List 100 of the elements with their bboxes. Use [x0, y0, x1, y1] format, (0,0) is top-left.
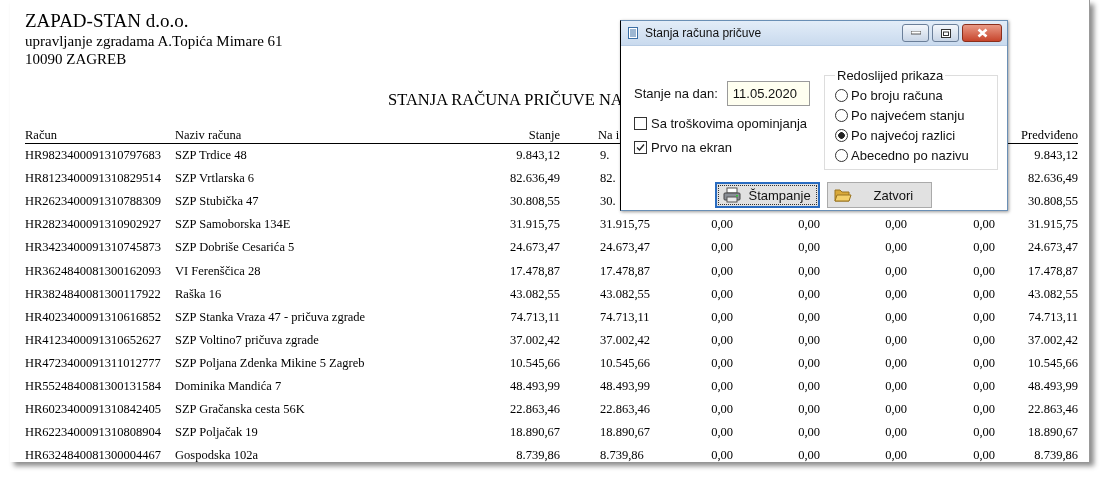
radio-option[interactable]: Po broju računa [835, 85, 943, 105]
table-cell: HR9823400091310797683 [25, 148, 162, 163]
table-cell: 0,00 [711, 217, 733, 232]
table-cell: SZP Samoborska 134E [175, 217, 291, 232]
table-cell: 22.863,46 [1028, 402, 1078, 417]
table-cell: HR4723400091311012777 [25, 355, 161, 370]
table-cell: 82.636,49 [1028, 171, 1078, 186]
table-cell: 0,00 [711, 240, 733, 255]
table-cell: 37.002,42 [600, 332, 650, 347]
table-cell: 0,00 [711, 263, 733, 278]
table-cell: 82. [600, 171, 616, 186]
table-cell: 8.739,86 [600, 448, 644, 463]
table-cell: 10.545,66 [510, 355, 560, 370]
table-cell: 0,00 [711, 402, 733, 417]
table-cell: 0,00 [885, 286, 907, 301]
checkbox[interactable]: Prvo na ekran [634, 140, 732, 155]
table-cell: 48.493,99 [510, 379, 560, 393]
table-cell: SZP Vrtlarska 6 [175, 171, 255, 186]
radio-option[interactable]: Po najvećem stanju [835, 105, 965, 125]
table-cell: 0,00 [885, 217, 907, 232]
table-cell: 37.002,42 [1028, 332, 1078, 347]
table-cell: 17.478,87 [600, 263, 650, 278]
table-cell: SZP Poljana Zdenka Mikine 5 Zagreb [175, 355, 365, 370]
table-cell: 0,00 [885, 263, 907, 278]
company-name: ZAPAD-STAN d.o.o. [25, 10, 189, 32]
table-cell: 10.545,66 [600, 355, 650, 370]
table-cell: 18.890,67 [1028, 425, 1078, 440]
address-line: upravljanje zgradama A.Topića Mimare 61 [25, 32, 283, 50]
table-cell: 30.808,55 [1028, 194, 1078, 209]
table-cell: 31.915,75 [600, 217, 650, 232]
table-cell: 31.915,75 [1028, 217, 1078, 232]
group-title: Redoslijed prikaza [836, 68, 945, 83]
close-dialog-button[interactable]: Zatvori [826, 182, 932, 208]
table-cell: 0,00 [973, 425, 995, 440]
table-cell: 0,00 [711, 379, 733, 393]
table-cell: 0,00 [711, 425, 733, 440]
window-title: Stanja računa pričuve [645, 26, 762, 40]
table-cell: 0,00 [973, 263, 995, 278]
column-header: Naziv računa [175, 128, 242, 142]
date-label: Stanje na dan: [634, 86, 718, 101]
table-cell: 0,00 [973, 355, 995, 370]
city-line: 10090 ZAGREB [25, 50, 127, 68]
table-cell: 43.082,55 [600, 286, 650, 301]
radio-option[interactable]: Abecedno po nazivu [835, 145, 969, 165]
checkmark-icon [635, 142, 646, 153]
minimize-icon [910, 31, 921, 35]
table-cell: 0,00 [798, 425, 820, 440]
table-cell: 0,00 [973, 309, 995, 324]
column-header: Stanje [528, 128, 560, 142]
table-cell: 0,00 [973, 240, 995, 255]
table-cell: 18.890,67 [510, 425, 560, 440]
table-cell: HR3824840081300117922 [25, 286, 161, 301]
table-cell: HR4023400091310616852 [25, 309, 162, 324]
table-cell: SZP Dobriše Cesarića 5 [175, 240, 295, 255]
printer-icon [722, 187, 741, 203]
table-cell: HR6223400091310808904 [25, 425, 162, 440]
maximize-button[interactable] [932, 24, 959, 42]
table-cell: 0,00 [973, 286, 995, 301]
table-cell: 0,00 [885, 425, 907, 440]
table-cell: 48.493,99 [600, 379, 650, 393]
table-cell: 0,00 [885, 309, 907, 324]
table-cell: 0,00 [885, 355, 907, 370]
folder-icon [833, 187, 852, 203]
table-cell: 0,00 [798, 402, 820, 417]
table-cell: HR8123400091310829514 [25, 171, 162, 186]
table-cell: 9.843,12 [1034, 148, 1078, 163]
table-cell: 0,00 [798, 355, 820, 370]
close-button[interactable] [962, 24, 1002, 42]
table-cell: 43.082,55 [510, 286, 560, 301]
table-cell: HR6324840081300004467 [25, 448, 162, 463]
table-cell: HR3423400091310745873 [25, 240, 162, 255]
column-header: Na i [598, 128, 620, 142]
table-cell: 0,00 [885, 240, 907, 255]
table-cell: 82.636,49 [510, 171, 560, 186]
table-cell: HR6023400091310842405 [25, 402, 162, 417]
table-cell: 0,00 [711, 448, 733, 463]
table-cell: 31.915,75 [510, 217, 560, 232]
table-cell: 0,00 [973, 217, 995, 232]
close-icon [976, 28, 988, 38]
table-cell: 0,00 [798, 332, 820, 347]
table-cell: 30.808,55 [510, 194, 560, 209]
table-cell: SZP Gračanska cesta 56K [175, 402, 305, 417]
table-cell: 37.002,42 [510, 332, 560, 347]
table-cell: 8.739,86 [516, 448, 560, 463]
table-cell: Dominika Mandića 7 [175, 379, 282, 393]
table-cell: 0,00 [798, 379, 820, 393]
table-cell: 8.739,86 [1034, 448, 1078, 463]
minimize-button[interactable] [902, 24, 929, 42]
date-field[interactable]: 11.05.2020 [726, 81, 810, 106]
checkbox[interactable]: Sa troškovima opominjanja [634, 116, 808, 131]
radio-option[interactable]: Po najvećoj razlici [835, 125, 956, 145]
table-cell: 43.082,55 [1028, 286, 1078, 301]
table-cell: 24.673,47 [600, 240, 650, 255]
table-cell: SZP Voltino7 pričuva zgrade [175, 332, 319, 347]
table-cell: 74.713,11 [510, 309, 560, 324]
column-header: Račun [25, 128, 57, 142]
table-cell: 0,00 [798, 217, 820, 232]
print-button[interactable]: Štampanje [714, 182, 820, 208]
table-cell: SZP Poljačak 19 [175, 425, 258, 440]
table-cell: 0,00 [973, 332, 995, 347]
